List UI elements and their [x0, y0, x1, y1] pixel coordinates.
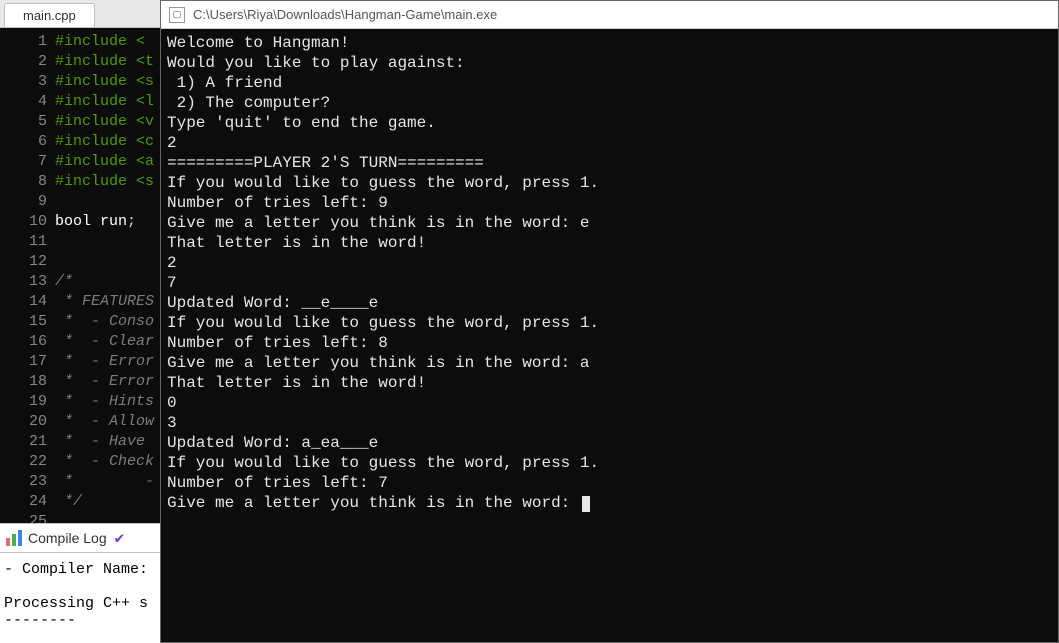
console-title-bar[interactable]: ▢ C:\Users\Riya\Downloads\Hangman-Game\m… — [161, 1, 1058, 29]
console-line: 7 — [167, 273, 1052, 293]
line-number: 24 — [0, 492, 47, 512]
console-line: Number of tries left: 7 — [167, 473, 1052, 493]
compile-log-tab[interactable]: Compile Log — [28, 530, 107, 546]
line-number: 19 — [0, 392, 47, 412]
console-line: Number of tries left: 9 — [167, 193, 1052, 213]
console-line: 3 — [167, 413, 1052, 433]
gutter: 1234567891011121314151617181920212223242… — [0, 28, 55, 523]
line-number: 10 — [0, 212, 47, 232]
line-number: 16 — [0, 332, 47, 352]
line-number: 21 — [0, 432, 47, 452]
console-line: Number of tries left: 8 — [167, 333, 1052, 353]
console-line: 0 — [167, 393, 1052, 413]
console-line: Give me a letter you think is in the wor… — [167, 353, 1052, 373]
line-number: 13 — [0, 272, 47, 292]
line-number: 17 — [0, 352, 47, 372]
line-number: 20 — [0, 412, 47, 432]
chart-icon — [6, 530, 22, 546]
console-line: Would you like to play against: — [167, 53, 1052, 73]
console-window: ▢ C:\Users\Riya\Downloads\Hangman-Game\m… — [160, 0, 1059, 643]
console-body[interactable]: Welcome to Hangman!Would you like to pla… — [161, 29, 1058, 642]
console-line: 2 — [167, 253, 1052, 273]
line-number: 4 — [0, 92, 47, 112]
console-line: Updated Word: __e____e — [167, 293, 1052, 313]
console-line: Updated Word: a_ea___e — [167, 433, 1052, 453]
line-number: 25 — [0, 512, 47, 523]
console-title-text: C:\Users\Riya\Downloads\Hangman-Game\mai… — [193, 7, 497, 22]
line-number: 5 — [0, 112, 47, 132]
line-number: 15 — [0, 312, 47, 332]
console-line: That letter is in the word! — [167, 233, 1052, 253]
line-number: 18 — [0, 372, 47, 392]
tab-main-cpp[interactable]: main.cpp — [4, 3, 95, 27]
console-line: 1) A friend — [167, 73, 1052, 93]
line-number: 9 — [0, 192, 47, 212]
line-number: 23 — [0, 472, 47, 492]
console-line: That letter is in the word! — [167, 373, 1052, 393]
line-number: 14 — [0, 292, 47, 312]
check-icon: ✔ — [115, 528, 125, 548]
console-icon: ▢ — [169, 7, 185, 23]
line-number: 6 — [0, 132, 47, 152]
cursor — [582, 496, 590, 512]
console-line: Welcome to Hangman! — [167, 33, 1052, 53]
line-number: 11 — [0, 232, 47, 252]
console-line: If you would like to guess the word, pre… — [167, 313, 1052, 333]
console-line: 2 — [167, 133, 1052, 153]
console-line: If you would like to guess the word, pre… — [167, 173, 1052, 193]
line-number: 3 — [0, 72, 47, 92]
console-line: Give me a letter you think is in the wor… — [167, 493, 1052, 513]
line-number: 8 — [0, 172, 47, 192]
console-line: Give me a letter you think is in the wor… — [167, 213, 1052, 233]
line-number: 22 — [0, 452, 47, 472]
line-number: 1 — [0, 32, 47, 52]
console-line: =========PLAYER 2'S TURN========= — [167, 153, 1052, 173]
line-number: 2 — [0, 52, 47, 72]
line-number: 7 — [0, 152, 47, 172]
console-line: If you would like to guess the word, pre… — [167, 453, 1052, 473]
line-number: 12 — [0, 252, 47, 272]
console-line: 2) The computer? — [167, 93, 1052, 113]
console-line: Type 'quit' to end the game. — [167, 113, 1052, 133]
